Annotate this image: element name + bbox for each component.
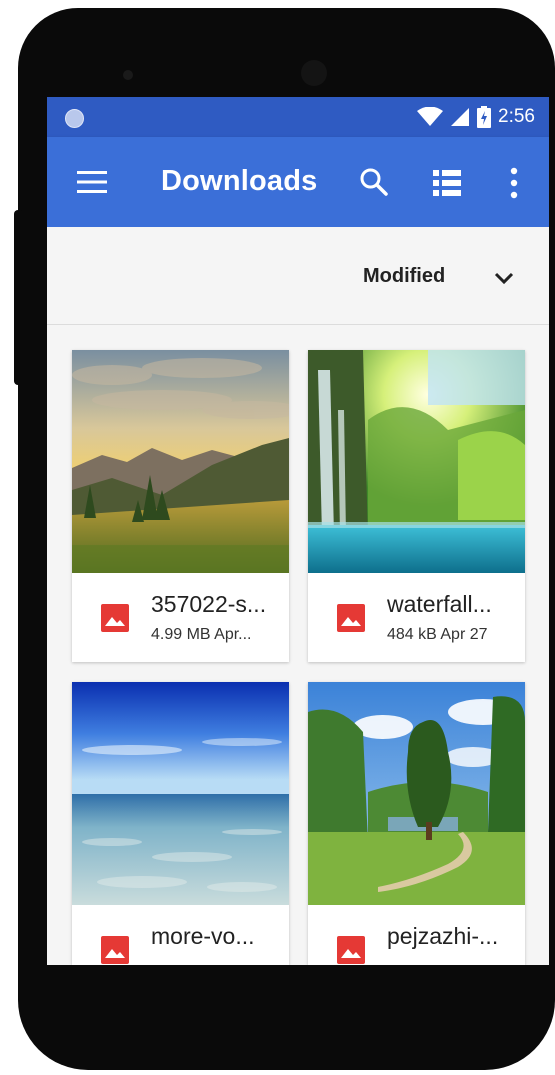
list-view-button[interactable] <box>433 170 461 196</box>
sort-label[interactable]: Modified <box>363 265 445 288</box>
file-thumbnail <box>72 682 289 905</box>
file-card[interactable]: 357022-s... 4.99 MB Apr... <box>72 350 289 662</box>
image-file-icon <box>337 604 365 632</box>
file-meta: 484 kB Apr 27 <box>387 626 488 643</box>
image-file-icon <box>337 936 365 964</box>
menu-icon <box>77 171 107 193</box>
chevron-down-icon <box>494 272 514 285</box>
file-info: waterfall... 484 kB Apr 27 <box>308 573 525 662</box>
file-name: more-vo... <box>151 923 255 949</box>
file-thumbnail <box>308 350 525 573</box>
page-title: Downloads <box>161 165 318 197</box>
sort-bar: Modified <box>47 227 549 325</box>
screen: 2:56 Downloads Modified 357022-s... 4.99… <box>47 97 549 965</box>
status-icons: 2:56 <box>417 105 535 129</box>
status-time: 2:56 <box>498 106 535 127</box>
file-info: more-vo... <box>72 905 289 965</box>
file-name: 357022-s... <box>151 591 267 617</box>
search-icon <box>360 168 388 196</box>
cell-signal-icon <box>451 108 470 126</box>
wifi-icon <box>417 107 444 126</box>
more-vert-icon <box>510 167 518 199</box>
notification-icon <box>65 109 84 128</box>
file-name: pejzazhi-... <box>387 923 499 949</box>
proximity-sensor <box>123 70 133 80</box>
side-button <box>14 210 24 385</box>
file-card[interactable]: pejzazhi-... <box>308 682 525 965</box>
file-meta: 4.99 MB Apr... <box>151 626 252 643</box>
file-info: pejzazhi-... <box>308 905 525 965</box>
file-name: waterfall... <box>387 591 492 617</box>
more-options-button[interactable] <box>507 167 521 199</box>
battery-charging-icon <box>477 106 492 128</box>
file-grid: 357022-s... 4.99 MB Apr... waterfall... … <box>47 325 549 965</box>
file-card[interactable]: waterfall... 484 kB Apr 27 <box>308 350 525 662</box>
app-toolbar: Downloads <box>47 137 549 227</box>
file-thumbnail <box>308 682 525 905</box>
image-file-icon <box>101 936 129 964</box>
front-camera <box>301 60 327 86</box>
search-button[interactable] <box>359 167 389 197</box>
file-thumbnail <box>72 350 289 573</box>
file-card[interactable]: more-vo... <box>72 682 289 965</box>
list-view-icon <box>433 170 461 196</box>
image-file-icon <box>101 604 129 632</box>
sort-dropdown-button[interactable] <box>493 267 515 289</box>
file-info: 357022-s... 4.99 MB Apr... <box>72 573 289 662</box>
menu-button[interactable] <box>77 169 107 195</box>
status-bar: 2:56 <box>47 97 549 137</box>
